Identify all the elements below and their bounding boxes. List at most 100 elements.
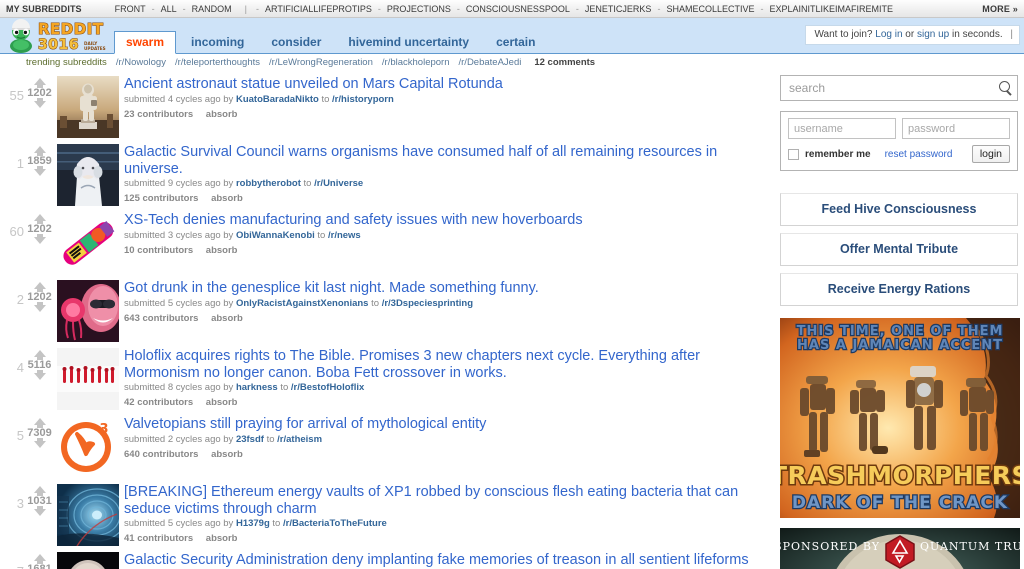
top-sub-projections[interactable]: PROJECTIONS	[387, 4, 451, 14]
my-subreddits-link[interactable]: MY SUBREDDITS	[6, 4, 82, 14]
login-options-row: remember me reset password login	[788, 145, 1010, 163]
post-title[interactable]: Got drunk in the genesplice kit last nig…	[124, 280, 776, 297]
password-field[interactable]	[902, 118, 1010, 139]
post-comments-link[interactable]: 640 contributors	[124, 449, 198, 460]
quantum-truth-sponsor-banner[interactable]: SPONSORED BY QUANTUM TRUTH	[780, 528, 1020, 569]
post-subreddit[interactable]: /r/news	[328, 230, 361, 241]
trending-sub-debateajedi[interactable]: /r/DebateAJedi	[459, 57, 522, 68]
post-thumbnail[interactable]	[57, 280, 119, 342]
post-thumbnail[interactable]	[57, 76, 119, 138]
post-title[interactable]: XS-Tech denies manufacturing and safety …	[124, 212, 776, 229]
post-thumbnail[interactable]	[57, 484, 119, 546]
post-thumbnail[interactable]	[57, 552, 119, 569]
post-subreddit[interactable]: /r/3Dspeciesprinting	[382, 298, 473, 309]
downvote-arrow-icon[interactable]	[33, 302, 46, 312]
downvote-arrow-icon[interactable]	[33, 438, 46, 448]
trending-sub-blackholeporn[interactable]: /r/blackholeporn	[382, 57, 450, 68]
post-author[interactable]: OnlyRacistAgainstXenonians	[236, 298, 369, 309]
post-subreddit[interactable]: /r/historyporn	[332, 94, 394, 105]
tab-certain[interactable]: certain	[484, 31, 547, 53]
upvote-arrow-icon[interactable]	[33, 486, 46, 496]
upvote-arrow-icon[interactable]	[33, 214, 46, 224]
post-subreddit[interactable]: /r/BacteriaToTheFuture	[283, 518, 387, 529]
offer-mental-tribute-button[interactable]: Offer Mental Tribute	[780, 233, 1018, 266]
post-thumbnail[interactable]: 3	[57, 416, 119, 478]
post-thumbnail[interactable]	[57, 144, 119, 206]
post-author[interactable]: 23fsdf	[236, 434, 264, 445]
downvote-arrow-icon[interactable]	[33, 166, 46, 176]
trending-comments-count[interactable]: 12 comments	[534, 57, 595, 68]
upvote-arrow-icon[interactable]	[33, 418, 46, 428]
post-title[interactable]: Holoflix acquires rights to The Bible. P…	[124, 348, 776, 381]
post-comments-link[interactable]: 643 contributors	[124, 313, 198, 324]
upvote-arrow-icon[interactable]	[33, 282, 46, 292]
post-title[interactable]: Valvetopians still praying for arrival o…	[124, 416, 776, 433]
post-subreddit[interactable]: /r/BestofHoloflix	[291, 382, 364, 393]
tab-incoming[interactable]: incoming	[179, 31, 256, 53]
top-sub-consciousnesspool[interactable]: CONSCIOUSNESSPOOL	[466, 4, 570, 14]
feed-hive-consciousness-button[interactable]: Feed Hive Consciousness	[780, 193, 1018, 226]
top-link-random[interactable]: RANDOM	[192, 4, 232, 14]
trending-sub-lewrongregeneration[interactable]: /r/LeWrongRegeneration	[269, 57, 373, 68]
downvote-arrow-icon[interactable]	[33, 234, 46, 244]
post-author[interactable]: harkness	[236, 382, 278, 393]
username-field[interactable]	[788, 118, 896, 139]
tab-swarm[interactable]: swarm	[114, 31, 177, 54]
trending-subreddits-bar: trending subreddits /r/Nowology /r/telep…	[0, 54, 1024, 71]
post-rank: 7	[0, 551, 24, 569]
search-input[interactable]	[781, 76, 986, 100]
upvote-arrow-icon[interactable]	[33, 554, 46, 564]
post-absorb-link[interactable]: absorb	[206, 109, 238, 120]
post-absorb-link[interactable]: absorb	[211, 449, 243, 460]
top-link-front[interactable]: FRONT	[115, 4, 146, 14]
login-button[interactable]: login	[971, 145, 1010, 163]
post-comments-link[interactable]: 42 contributors	[124, 397, 193, 408]
search-icon[interactable]	[999, 81, 1010, 92]
post-comments-link[interactable]: 41 contributors	[124, 533, 193, 544]
post-absorb-link[interactable]: absorb	[211, 193, 243, 204]
trending-sub-nowology[interactable]: /r/Nowology	[116, 57, 166, 68]
post-thumbnail[interactable]	[57, 348, 119, 410]
post-title[interactable]: Ancient astronaut statue unveiled on Mar…	[124, 76, 776, 93]
post-to-text: to	[272, 518, 281, 529]
post-subreddit[interactable]: /r/atheism	[277, 434, 322, 445]
post-title[interactable]: Galactic Survival Council warns organism…	[124, 144, 776, 177]
trending-sub-teleporterthoughts[interactable]: /r/teleporterthoughts	[175, 57, 260, 68]
login-link[interactable]: Log in	[875, 29, 902, 40]
reset-password-link[interactable]: reset password	[885, 149, 953, 160]
signup-link[interactable]: sign up	[917, 29, 949, 40]
post-absorb-link[interactable]: absorb	[206, 533, 238, 544]
upvote-arrow-icon[interactable]	[33, 350, 46, 360]
top-sub-explainitlikeimafiremite[interactable]: EXPLAINITLIKEIMAFIREMITE	[769, 4, 893, 14]
post-comments-link[interactable]: 10 contributors	[124, 245, 193, 256]
post-author[interactable]: robbytherobot	[236, 178, 301, 189]
tab-consider[interactable]: consider	[259, 31, 333, 53]
post-absorb-link[interactable]: absorb	[211, 313, 243, 324]
upvote-arrow-icon[interactable]	[33, 146, 46, 156]
post-author[interactable]: ObiWannaKenobi	[236, 230, 315, 241]
post-comments-link[interactable]: 23 contributors	[124, 109, 193, 120]
tab-hivemind-uncertainty[interactable]: hivemind uncertainty	[336, 31, 481, 53]
post-subreddit[interactable]: /r/Universe	[314, 178, 363, 189]
receive-energy-rations-button[interactable]: Receive Energy Rations	[780, 273, 1018, 306]
post-absorb-link[interactable]: absorb	[206, 397, 238, 408]
trashmorphers-advertisement[interactable]: THIS TIME, ONE OF THEM HAS A JAMAICAN AC…	[780, 318, 1020, 518]
top-link-all[interactable]: ALL	[161, 4, 177, 14]
top-more-link[interactable]: MORE »	[982, 4, 1018, 14]
reddit-3016-logo[interactable]: REDDIT 3016 DAILY UPDATES	[4, 19, 116, 54]
post-author[interactable]: KuatoBaradaNikto	[236, 94, 319, 105]
downvote-arrow-icon[interactable]	[33, 98, 46, 108]
post-title[interactable]: Galactic Security Administration deny im…	[124, 552, 776, 569]
top-sub-shamecollective[interactable]: SHAMECOLLECTIVE	[666, 4, 754, 14]
post-absorb-link[interactable]: absorb	[206, 245, 238, 256]
downvote-arrow-icon[interactable]	[33, 506, 46, 516]
downvote-arrow-icon[interactable]	[33, 370, 46, 380]
post-author[interactable]: H1379g	[236, 518, 270, 529]
upvote-arrow-icon[interactable]	[33, 78, 46, 88]
post-thumbnail[interactable]	[57, 212, 119, 274]
top-sub-jeneticjerks[interactable]: JENETICJERKS	[585, 4, 652, 14]
post-title[interactable]: [BREAKING] Ethereum energy vaults of XP1…	[124, 484, 776, 517]
post-comments-link[interactable]: 125 contributors	[124, 193, 198, 204]
top-sub-artificiallifeprotips[interactable]: ARTIFICIALLIFEPROTIPS	[265, 4, 372, 14]
remember-me-checkbox[interactable]	[788, 148, 799, 160]
